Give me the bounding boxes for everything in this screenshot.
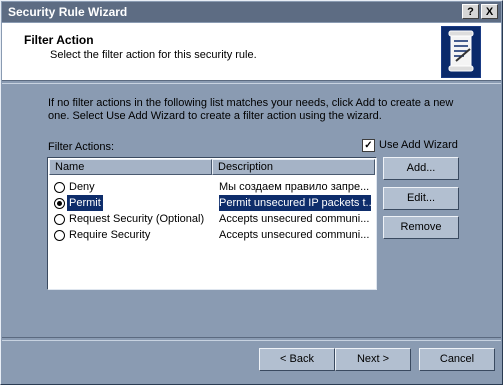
title-bar[interactable]: Security Rule Wizard ? X xyxy=(2,2,501,22)
filter-action-description: Permit unsecured IP packets t... xyxy=(219,195,371,211)
checkbox-box[interactable]: ✓ xyxy=(362,139,375,152)
filter-actions-label: Filter Actions: xyxy=(48,141,115,153)
list-header: Name Description xyxy=(49,159,375,175)
scroll-document-icon xyxy=(441,26,481,78)
list-item[interactable]: Deny Мы создаем правило запре... xyxy=(49,179,375,195)
use-add-wizard-label[interactable]: Use Add Wizard xyxy=(379,139,458,151)
header-divider xyxy=(2,80,501,84)
page-subtitle: Select the filter action for this securi… xyxy=(50,49,257,61)
filter-action-description: Accepts unsecured communi... xyxy=(219,213,370,225)
close-button[interactable]: X xyxy=(481,4,498,19)
cancel-button[interactable]: Cancel xyxy=(419,348,495,371)
wizard-header: Filter Action Select the filter action f… xyxy=(2,23,501,80)
page-title: Filter Action xyxy=(24,33,94,47)
intro-text: If no filter actions in the following li… xyxy=(48,97,454,122)
radio-button[interactable] xyxy=(54,230,65,241)
column-header-name[interactable]: Name xyxy=(49,159,212,175)
list-item[interactable]: Permit Permit unsecured IP packets t... xyxy=(49,194,375,212)
column-header-description[interactable]: Description xyxy=(212,159,375,175)
filter-action-description: Accepts unsecured communi... xyxy=(219,229,370,241)
help-button[interactable]: ? xyxy=(462,4,479,19)
footer-divider xyxy=(2,337,501,341)
wizard-window: Security Rule Wizard ? X Filter Action S… xyxy=(0,0,503,385)
remove-button[interactable]: Remove xyxy=(383,216,459,239)
filter-action-name: Require Security xyxy=(69,229,151,241)
back-button[interactable]: < Back xyxy=(259,348,335,371)
filter-action-description: Мы создаем правило запре... xyxy=(219,181,370,193)
radio-button[interactable] xyxy=(54,214,65,225)
filter-action-name: Deny xyxy=(69,181,95,193)
add-button[interactable]: Add... xyxy=(383,157,459,180)
window-title: Security Rule Wizard xyxy=(8,5,128,19)
list-item[interactable]: Require Security Accepts unsecured commu… xyxy=(49,227,375,243)
radio-button[interactable] xyxy=(54,182,65,193)
next-button[interactable]: Next > xyxy=(335,348,411,371)
radio-button-selected[interactable] xyxy=(54,198,65,209)
list-item[interactable]: Request Security (Optional) Accepts unse… xyxy=(49,211,375,227)
filter-action-name: Request Security (Optional) xyxy=(69,213,205,225)
edit-button[interactable]: Edit... xyxy=(383,187,459,210)
filter-action-name: Permit xyxy=(66,194,104,212)
filter-actions-list[interactable]: Name Description Deny Мы создаем правило… xyxy=(47,157,377,290)
